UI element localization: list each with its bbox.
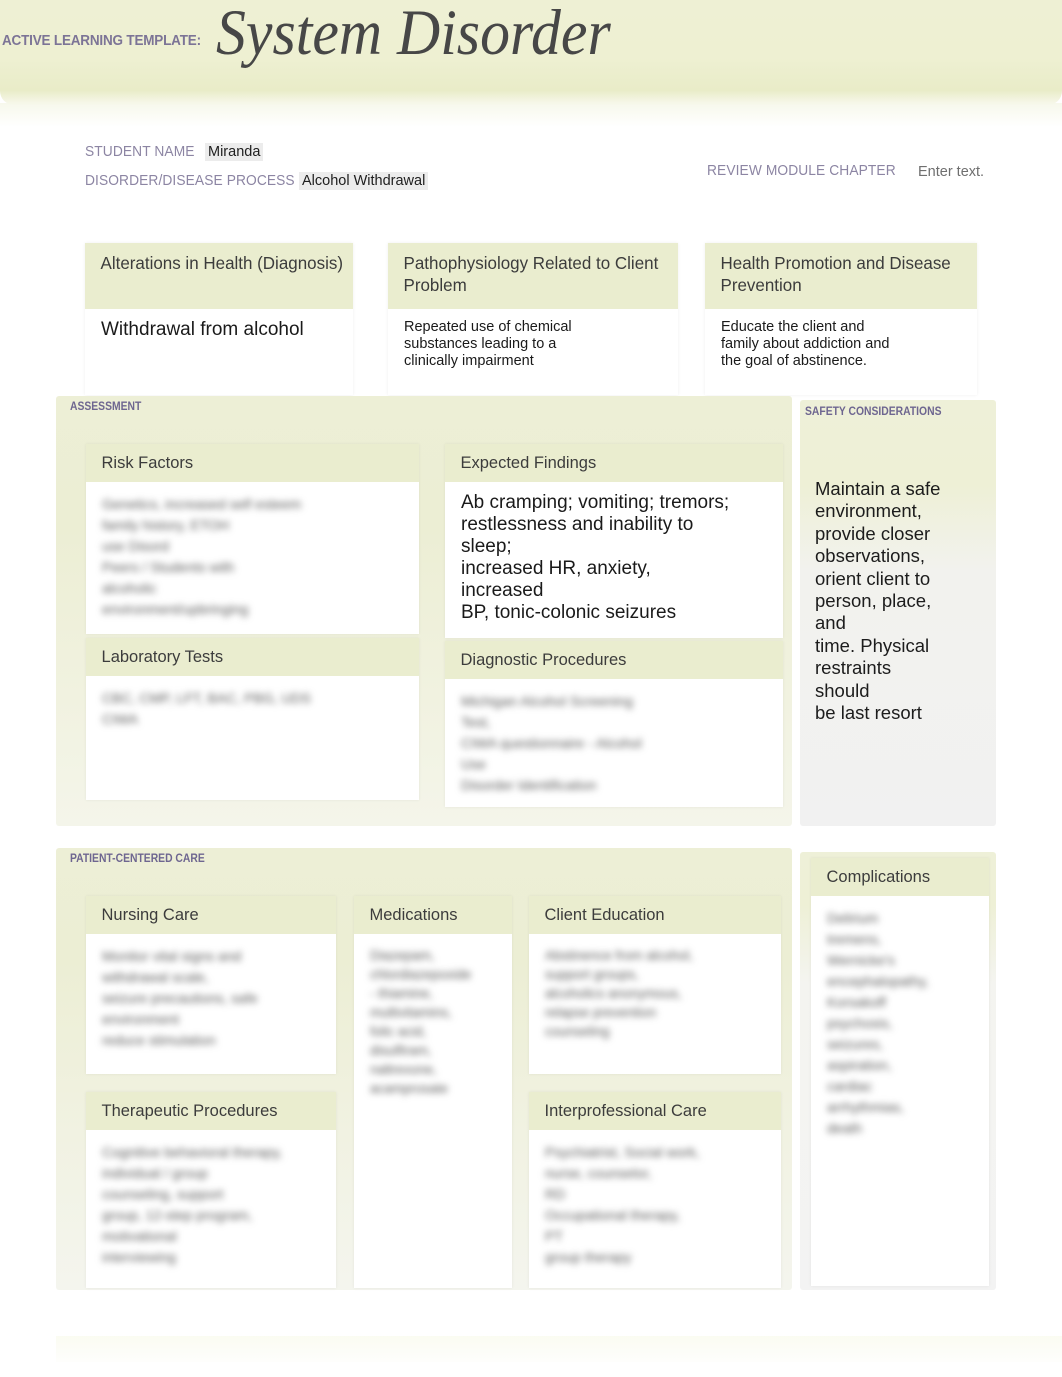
diagnostic-procedures-box: Diagnostic Procedures Michigan Alcohol S… (445, 641, 783, 807)
pathophysiology-header: Pathophysiology Related to Client Proble… (388, 243, 678, 309)
expected-findings-box: Expected Findings Ab cramping; vomiting;… (445, 444, 783, 638)
client-education-header: Client Education (529, 896, 781, 934)
medications-header: Medications (354, 896, 512, 934)
laboratory-tests-content[interactable]: CBC, CMP, LFT, BAC, PBG, UDS CIWA (86, 676, 419, 738)
pathophysiology-title: Pathophysiology Related to Client Proble… (403, 253, 659, 295)
review-module-chapter-field[interactable]: Enter text. (915, 163, 987, 181)
therapeutic-procedures-content[interactable]: Cognitive behavioral therapy, individual… (86, 1130, 336, 1276)
nursing-care-box: Nursing Care Monitor vital signs and wit… (86, 896, 336, 1074)
student-name-field[interactable]: Miranda (205, 143, 264, 161)
complications-content[interactable]: Delirium tremens, Wernicke's encephalopa… (811, 896, 989, 1147)
risk-factors-header: Risk Factors (86, 444, 419, 482)
assessment-section-label: ASSESSMENT (70, 401, 142, 413)
health-promotion-content[interactable]: Educate the client and family about addi… (705, 309, 977, 378)
complications-box: Complications Delirium tremens, Wernicke… (811, 858, 989, 1286)
review-module-chapter-label: REVIEW MODULE CHAPTER (707, 163, 896, 179)
medications-title: Medications (369, 905, 458, 924)
interprofessional-care-content[interactable]: Psychiatrist, Social work, nurse, counse… (529, 1130, 781, 1276)
health-promotion-title: Health Promotion and Disease Prevention (720, 253, 951, 295)
health-promotion-box: Health Promotion and Disease Prevention … (705, 243, 977, 395)
safety-considerations-label: SAFETY CONSIDERATIONS (805, 406, 942, 418)
laboratory-tests-box: Laboratory Tests CBC, CMP, LFT, BAC, PBG… (86, 638, 419, 800)
diagnostic-procedures-content[interactable]: Michigan Alcohol Screening Test, CIWA qu… (445, 679, 783, 804)
active-learning-template-label: ACTIVE LEARNING TEMPLATE: (2, 33, 201, 49)
laboratory-tests-title: Laboratory Tests (101, 647, 224, 666)
disorder-process-label: DISORDER/DISEASE PROCESS (85, 173, 295, 189)
diagnostic-procedures-header: Diagnostic Procedures (445, 641, 783, 679)
expected-findings-header: Expected Findings (445, 444, 783, 482)
alterations-in-health-title: Alterations in Health (Diagnosis) (100, 253, 344, 273)
expected-findings-title: Expected Findings (460, 453, 597, 472)
complications-header: Complications (811, 858, 989, 896)
pathophysiology-box: Pathophysiology Related to Client Proble… (388, 243, 678, 395)
laboratory-tests-header: Laboratory Tests (86, 638, 419, 676)
nursing-care-content[interactable]: Monitor vital signs and withdrawal scale… (86, 934, 336, 1059)
client-education-box: Client Education Abstinence from alcohol… (529, 896, 781, 1074)
disorder-process-field[interactable]: Alcohol Withdrawal (299, 172, 429, 190)
expected-findings-content[interactable]: Ab cramping; vomiting; tremors; restless… (445, 482, 783, 632)
complications-title: Complications (826, 867, 931, 886)
client-education-title: Client Education (544, 905, 665, 924)
medications-content[interactable]: Diazepam, chlordiazepoxide - thiamine, m… (354, 934, 512, 1106)
risk-factors-content[interactable]: Genetics, increased self esteem family h… (86, 482, 419, 628)
therapeutic-procedures-header: Therapeutic Procedures (86, 1092, 336, 1130)
risk-factors-title: Risk Factors (101, 453, 194, 472)
therapeutic-procedures-title: Therapeutic Procedures (101, 1101, 278, 1120)
interprofessional-care-header: Interprofessional Care (529, 1092, 781, 1130)
interprofessional-care-title: Interprofessional Care (544, 1101, 707, 1120)
risk-factors-box: Risk Factors Genetics, increased self es… (86, 444, 419, 634)
health-promotion-header: Health Promotion and Disease Prevention (705, 243, 977, 309)
medications-box: Medications Diazepam, chlordiazepoxide -… (354, 896, 512, 1288)
interprofessional-care-box: Interprofessional Care Psychiatrist, Soc… (529, 1092, 781, 1288)
student-name-label: STUDENT NAME (85, 144, 195, 160)
therapeutic-procedures-box: Therapeutic Procedures Cognitive behavio… (86, 1092, 336, 1288)
system-disorder-template-page: ACTIVE LEARNING TEMPLATE: System Disorde… (0, 0, 1062, 1377)
footer-band (56, 1336, 1062, 1362)
page-title: System Disorder (216, 0, 611, 69)
alterations-in-health-header: Alterations in Health (Diagnosis) (85, 243, 353, 309)
safety-considerations-content[interactable]: Maintain a safe environment, provide clo… (815, 478, 987, 724)
alterations-in-health-box: Alterations in Health (Diagnosis) Withdr… (85, 243, 353, 395)
client-education-content[interactable]: Abstinence from alcohol, support groups,… (529, 934, 781, 1049)
diagnostic-procedures-title: Diagnostic Procedures (460, 650, 627, 669)
patient-centered-care-label: PATIENT-CENTERED CARE (70, 853, 205, 865)
nursing-care-title: Nursing Care (101, 905, 199, 924)
pathophysiology-content[interactable]: Repeated use of chemical substances lead… (388, 309, 678, 378)
alterations-in-health-content[interactable]: Withdrawal from alcohol (85, 309, 353, 349)
nursing-care-header: Nursing Care (86, 896, 336, 934)
